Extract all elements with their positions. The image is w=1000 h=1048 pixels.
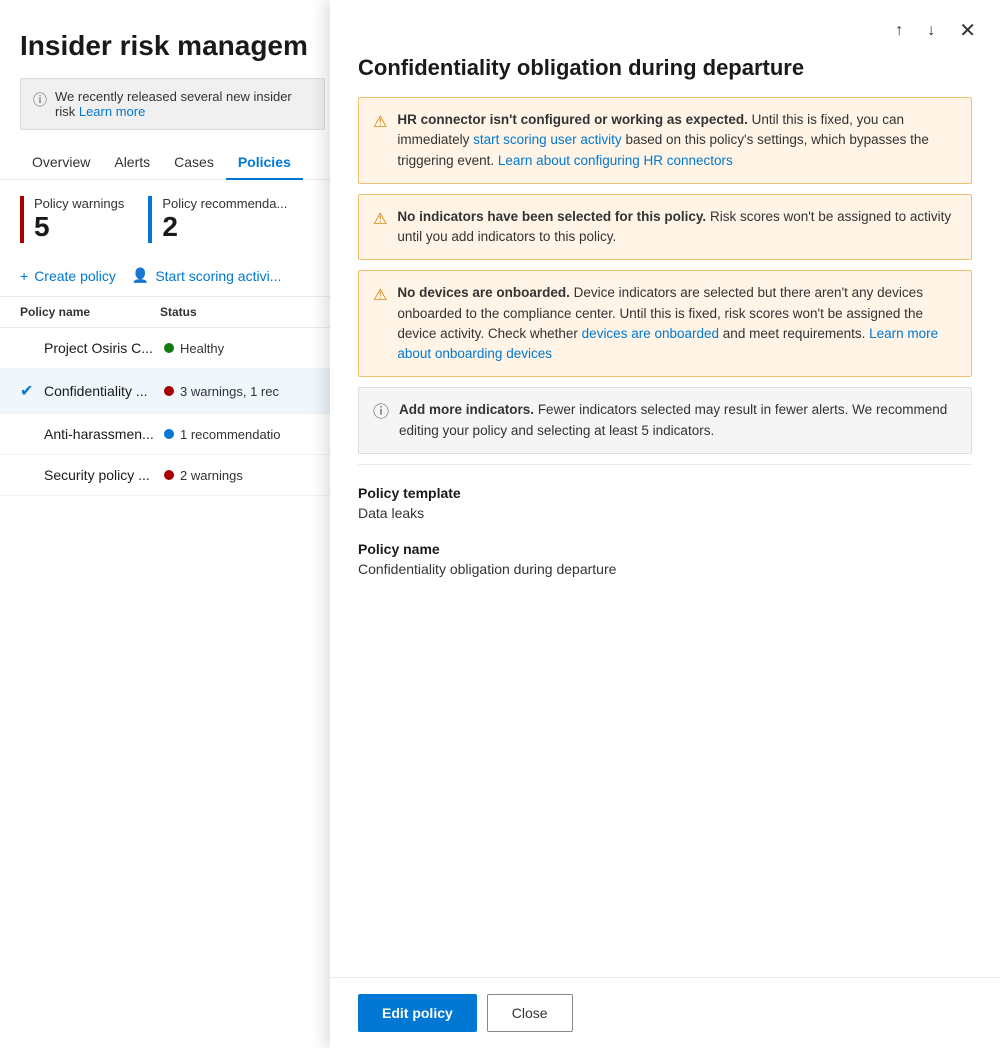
- policy-name-value: Confidentiality obligation during depart…: [358, 561, 972, 577]
- learn-more-link[interactable]: Learn more: [79, 104, 145, 119]
- tab-policies[interactable]: Policies: [226, 146, 303, 180]
- warning-icon: ⚠: [373, 111, 387, 135]
- policy-warnings-stat: Policy warnings 5: [20, 196, 124, 243]
- info-icon: ⓘ: [33, 90, 47, 110]
- alert-add-indicators: ⓘ Add more indicators. Fewer indicators …: [358, 387, 972, 454]
- policy-row[interactable]: ✔ Confidentiality ... 3 warnings, 1 rec: [0, 369, 345, 414]
- status-text: 2 warnings: [180, 468, 243, 483]
- close-button[interactable]: Close: [487, 994, 573, 1032]
- policy-status: 1 recommendatio: [164, 427, 325, 442]
- panel-body: ⚠ HR connector isn't configured or worki…: [330, 97, 1000, 977]
- policy-recommendations-stat: Policy recommenda... 2: [148, 196, 287, 243]
- start-scoring-button[interactable]: 👤 Start scoring activi...: [132, 267, 281, 284]
- stat-warnings-label: Policy warnings: [34, 196, 124, 211]
- tab-cases[interactable]: Cases: [162, 146, 226, 180]
- panel-title: Confidentiality obligation during depart…: [330, 55, 1000, 97]
- policy-name: Project Osiris C...: [44, 340, 164, 356]
- row-check: ✔: [20, 381, 44, 401]
- alert-bold-add: Add more indicators.: [399, 402, 534, 417]
- status-dot-green: [164, 343, 174, 353]
- nav-tabs: Overview Alerts Cases Policies: [0, 146, 345, 180]
- alert-bold-hr: HR connector isn't configured or working…: [397, 112, 748, 127]
- tab-alerts[interactable]: Alerts: [102, 146, 162, 180]
- status-text: Healthy: [180, 341, 224, 356]
- status-text: 1 recommendatio: [180, 427, 280, 442]
- policy-row[interactable]: Anti-harassmen... 1 recommendatio: [0, 414, 345, 455]
- warning-icon: ⚠: [373, 208, 387, 232]
- checkmark-icon: ✔: [20, 383, 33, 400]
- plus-icon: +: [20, 268, 28, 284]
- stat-recommendations-value: 2: [162, 211, 287, 243]
- policy-name-label: Policy name: [358, 541, 972, 557]
- policy-status: 2 warnings: [164, 468, 325, 483]
- status-dot-red: [164, 386, 174, 396]
- start-scoring-link[interactable]: start scoring user activity: [473, 132, 622, 147]
- action-bar: + Create policy 👤 Start scoring activi..…: [0, 259, 345, 297]
- learn-hr-connector-link[interactable]: Learn about configuring HR connectors: [498, 153, 733, 168]
- alert-bold-devices: No devices are onboarded.: [397, 285, 570, 300]
- alert-text-devices: No devices are onboarded. Device indicat…: [397, 283, 957, 364]
- alert-text-indicators: No indicators have been selected for thi…: [397, 207, 957, 248]
- start-scoring-label: Start scoring activi...: [155, 268, 281, 284]
- alert-text-add: Add more indicators. Fewer indicators se…: [399, 400, 957, 441]
- edit-policy-button[interactable]: Edit policy: [358, 994, 477, 1032]
- policy-template-label: Policy template: [358, 485, 972, 501]
- policy-name: Confidentiality ...: [44, 383, 164, 399]
- stats-row: Policy warnings 5 Policy recommenda... 2: [0, 180, 345, 259]
- page-title: Insider risk managem: [0, 20, 345, 78]
- alert-hr-connector: ⚠ HR connector isn't configured or worki…: [358, 97, 972, 184]
- warning-icon: ⚠: [373, 284, 387, 308]
- devices-onboarded-link[interactable]: devices are onboarded: [582, 326, 719, 341]
- tab-overview[interactable]: Overview: [20, 146, 102, 180]
- policy-row[interactable]: Security policy ... 2 warnings: [0, 455, 345, 496]
- table-header: Policy name Status: [0, 297, 345, 328]
- alert-no-devices: ⚠ No devices are onboarded. Device indic…: [358, 270, 972, 377]
- notification-banner: ⓘ We recently released several new insid…: [20, 78, 325, 130]
- detail-panel: ↑ ↓ ✕ Confidentiality obligation during …: [330, 0, 1000, 1048]
- create-policy-button[interactable]: + Create policy: [20, 267, 116, 284]
- policy-name: Security policy ...: [44, 467, 164, 483]
- alert-bold-indicators: No indicators have been selected for thi…: [397, 209, 706, 224]
- banner-text: We recently released several new insider…: [55, 89, 312, 119]
- divider: [358, 464, 972, 465]
- status-dot-blue: [164, 429, 174, 439]
- nav-up-button[interactable]: ↑: [891, 18, 907, 44]
- policy-name: Anti-harassmen...: [44, 426, 164, 442]
- panel-close-button[interactable]: ✕: [955, 14, 980, 47]
- status-text: 3 warnings, 1 rec: [180, 384, 279, 399]
- policy-template-value: Data leaks: [358, 505, 972, 521]
- panel-footer: Edit policy Close: [330, 977, 1000, 1048]
- policy-row[interactable]: Project Osiris C... Healthy: [0, 328, 345, 369]
- person-icon: 👤: [132, 267, 149, 284]
- alert-no-indicators: ⚠ No indicators have been selected for t…: [358, 194, 972, 261]
- alert-devices-mid: and meet requirements.: [723, 326, 869, 341]
- info-icon: ⓘ: [373, 401, 389, 425]
- stat-recommendations-label: Policy recommenda...: [162, 196, 287, 211]
- alert-text-hr: HR connector isn't configured or working…: [397, 110, 957, 171]
- status-dot-red: [164, 470, 174, 480]
- create-policy-label: Create policy: [34, 268, 116, 284]
- col-header-status: Status: [160, 305, 325, 319]
- policy-status: Healthy: [164, 341, 325, 356]
- panel-header: ↑ ↓ ✕: [330, 0, 1000, 55]
- nav-down-button[interactable]: ↓: [923, 18, 939, 44]
- col-header-name: Policy name: [20, 305, 160, 319]
- policy-status: 3 warnings, 1 rec: [164, 384, 325, 399]
- stat-warnings-value: 5: [34, 211, 124, 243]
